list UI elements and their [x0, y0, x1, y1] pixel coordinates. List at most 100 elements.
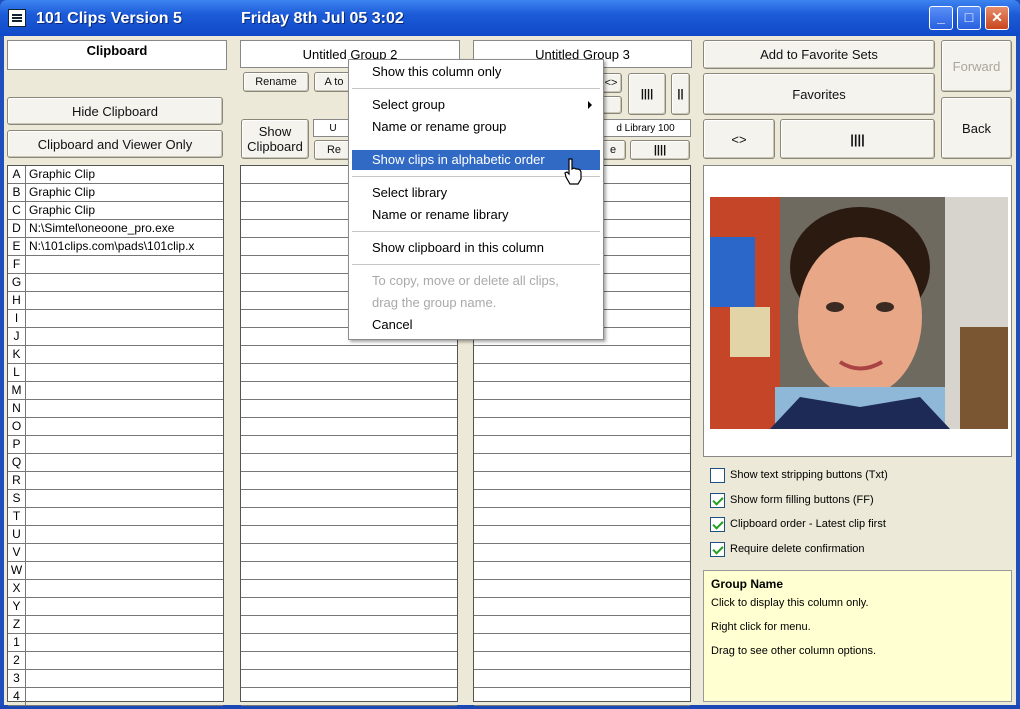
clip-slot[interactable] — [474, 634, 690, 652]
clip-slot[interactable] — [474, 346, 690, 364]
clipboard-title[interactable]: Clipboard — [7, 40, 227, 70]
hide-clipboard-button[interactable]: Hide Clipboard — [7, 97, 223, 125]
clip-slot[interactable]: C Graphic Clip — [8, 202, 223, 220]
checkbox-checked-icon[interactable] — [710, 492, 725, 508]
clip-slot[interactable] — [241, 598, 457, 616]
right-arrows-button[interactable]: <> — [703, 119, 775, 159]
clip-slot[interactable] — [241, 472, 457, 490]
checkbox-delete-confirmation[interactable]: Require delete confirmation — [710, 540, 865, 558]
clip-slot[interactable] — [241, 670, 457, 688]
clip-slot[interactable] — [241, 346, 457, 364]
clip-slot[interactable]: V — [8, 544, 223, 562]
clipboard-viewer-button[interactable]: Clipboard and Viewer Only — [7, 130, 223, 158]
menu-item-select-library[interactable]: Select library — [352, 183, 600, 203]
app-icon[interactable] — [8, 9, 26, 27]
clip-slot[interactable] — [474, 562, 690, 580]
clip-slot[interactable] — [241, 526, 457, 544]
clip-slot[interactable] — [474, 652, 690, 670]
clip-slot[interactable] — [474, 400, 690, 418]
clip-slot[interactable] — [241, 418, 457, 436]
clip-slot[interactable]: N — [8, 400, 223, 418]
clip-slot[interactable] — [241, 436, 457, 454]
clip-slot[interactable] — [241, 652, 457, 670]
checkbox-checked-icon[interactable] — [710, 541, 725, 557]
clip-slot[interactable]: 2 — [8, 652, 223, 670]
clip-slot[interactable]: X — [8, 580, 223, 598]
clip-slot[interactable]: A Graphic Clip — [8, 166, 223, 184]
clip-slot[interactable] — [474, 544, 690, 562]
forward-button[interactable]: Forward — [941, 40, 1012, 92]
clip-slot[interactable] — [241, 508, 457, 526]
clip-slot[interactable] — [474, 454, 690, 472]
group3-bars2-button[interactable]: |||| — [630, 140, 690, 160]
clip-slot[interactable]: Z — [8, 616, 223, 634]
group3-bars-button[interactable]: |||| — [628, 73, 666, 115]
clip-slot[interactable]: M — [8, 382, 223, 400]
clip-slot[interactable] — [241, 562, 457, 580]
clip-slot[interactable]: R — [8, 472, 223, 490]
clip-slot[interactable]: S — [8, 490, 223, 508]
clip-slot[interactable]: W — [8, 562, 223, 580]
clip-slot[interactable] — [474, 418, 690, 436]
clip-slot[interactable] — [241, 364, 457, 382]
rename-button[interactable]: Rename — [243, 72, 309, 92]
menu-item-rename-group[interactable]: Name or rename group — [352, 117, 600, 137]
clip-slot[interactable] — [241, 490, 457, 508]
show-clipboard-button[interactable]: Show Clipboard — [241, 119, 309, 159]
clip-slot[interactable]: E N:\101clips.com\pads\101clip.x — [8, 238, 223, 256]
checkbox-clipboard-order[interactable]: Clipboard order - Latest clip first — [710, 515, 886, 533]
clip-slot[interactable]: U — [8, 526, 223, 544]
menu-item-select-group[interactable]: Select group — [352, 95, 600, 115]
checkbox-text-stripping[interactable]: Show text stripping buttons (Txt) — [710, 466, 888, 484]
clip-slot[interactable]: 3 — [8, 670, 223, 688]
clip-slot[interactable]: 1 — [8, 634, 223, 652]
menu-item-cancel[interactable]: Cancel — [352, 315, 600, 335]
clip-slot[interactable]: 4 — [8, 688, 223, 706]
clip-slot[interactable]: O — [8, 418, 223, 436]
clip-slot[interactable]: T — [8, 508, 223, 526]
clip-slot[interactable]: B Graphic Clip — [8, 184, 223, 202]
clip-slot[interactable] — [474, 670, 690, 688]
clip-slot[interactable]: L — [8, 364, 223, 382]
clip-slot[interactable]: Y — [8, 598, 223, 616]
clip-slot[interactable] — [474, 364, 690, 382]
minimize-icon[interactable]: _ — [929, 6, 953, 30]
clip-slot[interactable] — [241, 400, 457, 418]
maximize-icon[interactable]: □ — [957, 6, 981, 30]
checkbox-checked-icon[interactable] — [710, 516, 725, 532]
clip-slot[interactable]: P — [8, 436, 223, 454]
add-favorite-sets-button[interactable]: Add to Favorite Sets — [703, 40, 935, 69]
checkbox-icon[interactable] — [710, 467, 725, 483]
menu-item-show-clipboard[interactable]: Show clipboard in this column — [352, 238, 600, 258]
clip-slot[interactable] — [241, 382, 457, 400]
clip-slot[interactable]: I — [8, 310, 223, 328]
clip-slot[interactable] — [474, 688, 690, 706]
clip-slot[interactable] — [474, 508, 690, 526]
clip-slot[interactable]: H — [8, 292, 223, 310]
clip-slot[interactable] — [241, 454, 457, 472]
clip-slot[interactable] — [241, 544, 457, 562]
favorites-button[interactable]: Favorites — [703, 73, 935, 115]
clip-slot[interactable] — [474, 472, 690, 490]
clip-slot[interactable]: D N:\Simtel\oneoone_pro.exe — [8, 220, 223, 238]
clip-slot[interactable]: F — [8, 256, 223, 274]
clip-slot[interactable] — [474, 598, 690, 616]
clip-slot[interactable]: K — [8, 346, 223, 364]
clip-slot[interactable] — [474, 580, 690, 598]
clip-slot[interactable]: J — [8, 328, 223, 346]
clip-slot[interactable]: G — [8, 274, 223, 292]
clip-slot[interactable] — [241, 634, 457, 652]
checkbox-form-filling[interactable]: Show form filling buttons (FF) — [710, 491, 874, 509]
right-bars-button[interactable]: |||| — [780, 119, 935, 159]
clip-slot[interactable] — [474, 526, 690, 544]
clip-slot[interactable] — [241, 580, 457, 598]
menu-item-rename-library[interactable]: Name or rename library — [352, 205, 600, 225]
clip-slot[interactable] — [474, 490, 690, 508]
group3-bar-button[interactable]: || — [671, 73, 690, 115]
clip-slot[interactable] — [474, 382, 690, 400]
clip-slot[interactable]: Q — [8, 454, 223, 472]
menu-item-show-column-only[interactable]: Show this column only — [352, 62, 600, 82]
clip-slot[interactable] — [241, 688, 457, 706]
back-button[interactable]: Back — [941, 97, 1012, 159]
clip-slot[interactable] — [241, 616, 457, 634]
